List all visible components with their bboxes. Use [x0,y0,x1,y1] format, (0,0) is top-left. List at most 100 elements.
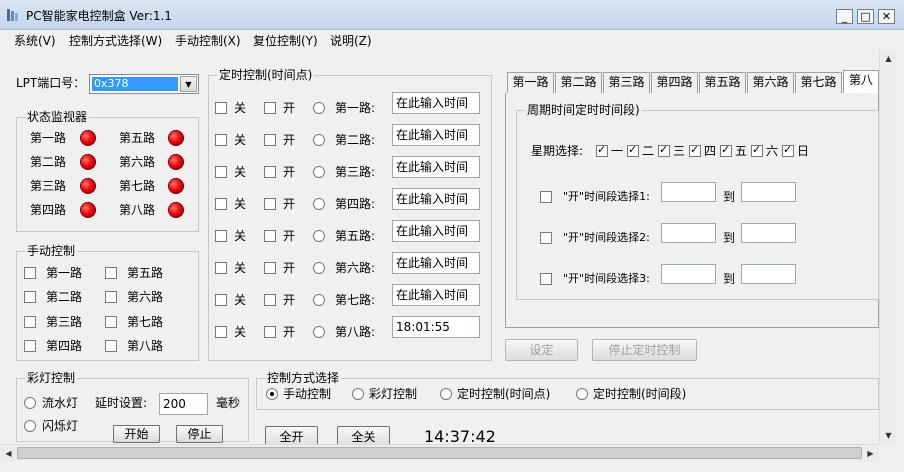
delay-input[interactable]: 200 [159,393,208,415]
timer-radio-6[interactable] [313,262,325,274]
period-checkbox-1[interactable] [540,191,552,203]
timer-on-checkbox-8[interactable] [264,326,276,338]
status-label-6: 第六路 [119,155,156,169]
timer-time-input-8[interactable]: 18:01:55 [392,316,480,338]
stop-button[interactable]: 停止 [176,425,223,443]
period-row-label-3: "开"时间段选择3: [563,272,650,285]
period-start-input-1[interactable] [661,182,716,202]
timer-time-input-3[interactable]: 在此输入时间 [392,156,480,178]
set-button[interactable]: 设定 [505,339,578,361]
flow-light-radio[interactable] [24,397,36,409]
period-to-label-2: 到 [723,231,736,245]
timer-radio-7[interactable] [313,294,325,306]
mode-radio-timer-point[interactable] [440,388,452,400]
vertical-scrollbar[interactable]: ▲ ▼ [879,50,896,444]
timer-radio-2[interactable] [313,134,325,146]
horizontal-scrollbar[interactable]: ◀ ▶ [0,444,879,461]
timer-on-checkbox-6[interactable] [264,262,276,274]
timer-off-checkbox-7[interactable] [215,294,227,306]
timer-on-checkbox-3[interactable] [264,166,276,178]
period-checkbox-2[interactable] [540,232,552,244]
minimize-icon[interactable]: _ [836,9,853,24]
maximize-icon[interactable]: □ [857,9,874,24]
delay-label: 延时设置: [95,396,148,410]
scroll-down-icon[interactable]: ▼ [880,427,897,444]
weekday-checkbox-1[interactable] [596,143,608,157]
tab-channel-3[interactable]: 第三路 [603,72,650,93]
period-start-input-3[interactable] [661,264,716,284]
timer-channel-label-4: 第四路: [335,197,376,211]
scroll-up-icon[interactable]: ▲ [880,50,897,67]
close-icon[interactable]: ✕ [878,9,895,24]
timer-radio-1[interactable] [313,102,325,114]
timer-off-checkbox-1[interactable] [215,102,227,114]
timer-off-checkbox-4[interactable] [215,198,227,210]
mode-radio-color[interactable] [352,388,364,400]
tab-channel-2[interactable]: 第二路 [555,72,602,93]
lpt-port-select[interactable]: 0x378 ▼ [89,74,199,94]
manual-checkbox-8[interactable] [105,340,117,352]
period-end-input-2[interactable] [741,223,796,243]
tab-channel-1[interactable]: 第一路 [507,72,554,93]
tab-channel-7[interactable]: 第七路 [795,72,842,93]
weekday-checkbox-4[interactable] [689,143,701,157]
manual-checkbox-1[interactable] [24,267,36,279]
timer-time-input-1[interactable]: 在此输入时间 [392,92,480,114]
timer-time-input-4[interactable]: 在此输入时间 [392,188,480,210]
weekday-label-7: 日 [797,144,810,158]
tab-channel-5[interactable]: 第五路 [699,72,746,93]
stop-timer-button[interactable]: 停止定时控制 [592,339,697,361]
menu-help[interactable]: 说明(Z) [330,32,372,49]
timer-off-checkbox-6[interactable] [215,262,227,274]
weekday-checkbox-6[interactable] [751,143,763,157]
manual-checkbox-4[interactable] [24,340,36,352]
menu-manual-control[interactable]: 手动控制(X) [175,32,241,49]
manual-checkbox-3[interactable] [24,316,36,328]
timer-radio-8[interactable] [313,326,325,338]
timer-time-input-7[interactable]: 在此输入时间 [392,284,480,306]
timer-time-input-5[interactable]: 在此输入时间 [392,220,480,242]
weekday-checkbox-7[interactable] [782,143,794,157]
tab-channel-8[interactable]: 第八路 [843,70,879,93]
period-end-input-1[interactable] [741,182,796,202]
timer-off-checkbox-2[interactable] [215,134,227,146]
period-start-input-2[interactable] [661,223,716,243]
menu-system[interactable]: 系统(V) [14,32,56,49]
manual-checkbox-5[interactable] [105,267,117,279]
scroll-right-icon[interactable]: ▶ [862,445,879,462]
tab-channel-4[interactable]: 第四路 [651,72,698,93]
weekday-checkbox-2[interactable] [627,143,639,157]
timer-time-input-2[interactable]: 在此输入时间 [392,124,480,146]
timer-on-checkbox-5[interactable] [264,230,276,242]
weekday-checkbox-5[interactable] [720,143,732,157]
timer-off-checkbox-5[interactable] [215,230,227,242]
manual-checkbox-7[interactable] [105,316,117,328]
mode-radio-timer-period[interactable] [576,388,588,400]
timer-time-input-6[interactable]: 在此输入时间 [392,252,480,274]
chevron-down-icon[interactable]: ▼ [180,76,197,92]
timer-radio-3[interactable] [313,166,325,178]
start-button[interactable]: 开始 [113,425,160,443]
timer-off-label-6: 关 [234,261,247,275]
manual-checkbox-2[interactable] [24,291,36,303]
timer-off-checkbox-3[interactable] [215,166,227,178]
manual-checkbox-6[interactable] [105,291,117,303]
timer-on-checkbox-2[interactable] [264,134,276,146]
tab-channel-6[interactable]: 第六路 [747,72,794,93]
period-end-input-3[interactable] [741,264,796,284]
timer-radio-5[interactable] [313,230,325,242]
timer-on-checkbox-1[interactable] [264,102,276,114]
flash-light-radio[interactable] [24,420,36,432]
menu-reset-control[interactable]: 复位控制(Y) [253,32,318,49]
timer-radio-4[interactable] [313,198,325,210]
timer-on-checkbox-7[interactable] [264,294,276,306]
status-label-4: 第四路 [30,203,67,217]
period-checkbox-3[interactable] [540,273,552,285]
menu-control-mode[interactable]: 控制方式选择(W) [69,32,162,49]
scroll-left-icon[interactable]: ◀ [0,445,17,462]
weekday-checkbox-3[interactable] [658,143,670,157]
timer-off-checkbox-8[interactable] [215,326,227,338]
mode-radio-manual[interactable] [266,388,278,400]
timer-on-checkbox-4[interactable] [264,198,276,210]
horizontal-scroll-thumb[interactable] [17,447,862,459]
